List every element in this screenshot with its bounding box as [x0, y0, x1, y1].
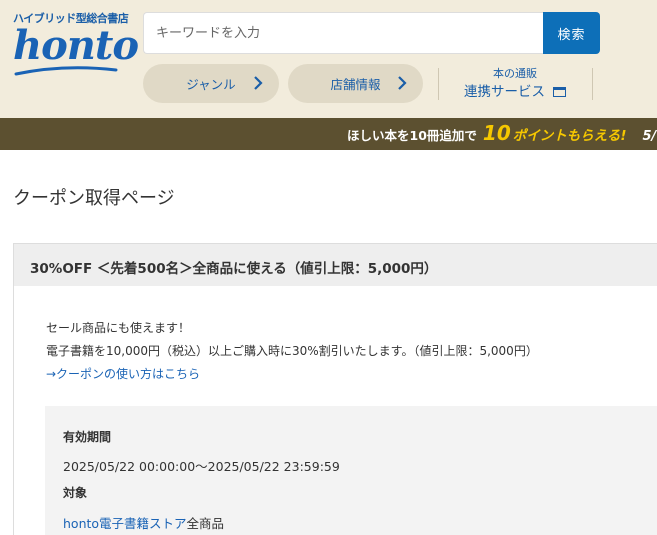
- renkei-service-link[interactable]: 本の通販 連携サービス: [446, 67, 584, 102]
- campaign-banner[interactable]: ほしい本を10冊追加で 10 ポイントもらえる! 5/: [0, 118, 657, 150]
- honto-logo[interactable]: honto: [13, 22, 139, 69]
- page-title: クーポン取得ページ: [13, 188, 175, 209]
- banner-points-text: ポイントもらえる!: [512, 128, 627, 144]
- coupon-detail-box: 有効期間 2025/05/22 00:00:00～2025/05/22 23:5…: [45, 406, 657, 535]
- chevron-right-icon: [254, 76, 263, 90]
- coupon-desc-line: セール商品にも使えます！: [46, 321, 191, 335]
- renkei-big-label: 連携サービス: [464, 84, 545, 100]
- target-suffix: 全商品: [186, 516, 225, 531]
- store-info-nav-button[interactable]: 店舗情報: [288, 64, 423, 103]
- coupon-body: セール商品にも使えます！ 電子書籍を10,000円（税込）以上ご購入時に30%割…: [13, 286, 657, 535]
- banner-number: 10: [482, 121, 511, 145]
- store-info-label: 店舗情報: [330, 77, 381, 92]
- search-button[interactable]: 検索: [543, 12, 600, 54]
- genre-label: ジャンル: [186, 77, 236, 92]
- external-window-icon: [553, 87, 566, 97]
- target-value: honto電子書籍ストア全商品: [63, 513, 224, 532]
- renkei-small-label: 本の通販: [493, 67, 537, 80]
- logo-swoosh-icon: [14, 66, 118, 76]
- banner-text: ほしい本を10冊追加で: [347, 128, 477, 143]
- target-store-link[interactable]: honto電子書籍ストア: [63, 516, 187, 531]
- nav-divider: [438, 68, 439, 100]
- nav-divider: [592, 68, 593, 100]
- coupon-description: セール商品にも使えます！ 電子書籍を10,000円（税込）以上ご購入時に30%割…: [46, 317, 538, 386]
- coupon-header: 30%OFF ＜先着500名＞全商品に使える（値引上限：5,000円）: [13, 243, 657, 287]
- site-header: ハイブリッド型総合書店 honto 検索 ジャンル 店舗情報 本の通販 連携サー…: [0, 0, 657, 118]
- coupon-desc-line: 電子書籍を10,000円（税込）以上ご購入時に30%割引いたします。（値引上限：…: [46, 344, 538, 358]
- banner-date: 5/: [642, 129, 657, 144]
- validity-value: 2025/05/22 00:00:00～2025/05/22 23:59:59: [63, 459, 340, 474]
- coupon-title: 30%OFF ＜先着500名＞全商品に使える（値引上限：5,000円）: [30, 261, 438, 277]
- coupon-howto-link[interactable]: →クーポンの使い方はこちら: [46, 367, 200, 381]
- genre-nav-button[interactable]: ジャンル: [143, 64, 279, 103]
- search-input[interactable]: [143, 12, 543, 54]
- chevron-right-icon: [398, 76, 407, 90]
- validity-label: 有効期間: [63, 430, 112, 444]
- target-label: 対象: [63, 486, 88, 500]
